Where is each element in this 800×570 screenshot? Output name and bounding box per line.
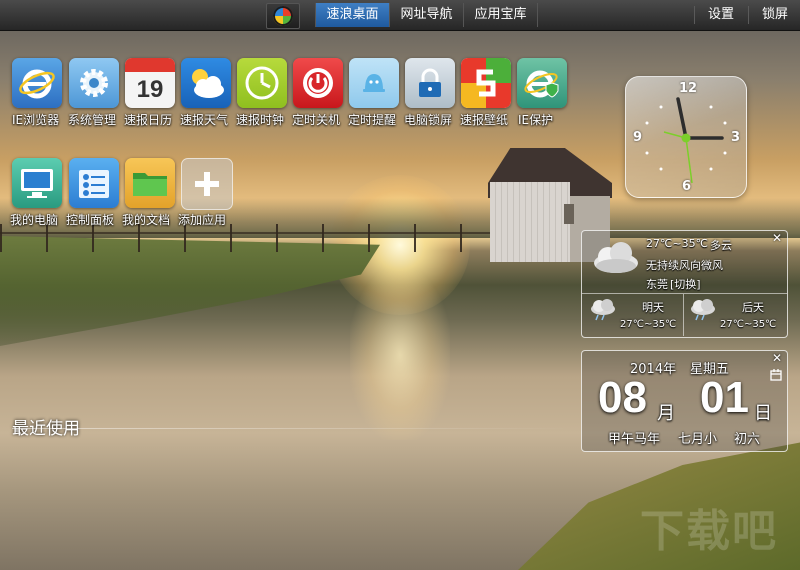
start-button[interactable] (266, 3, 300, 29)
clock-number-6: 6 (682, 179, 692, 194)
calendar-lunar-day: 初六 (734, 432, 761, 447)
app-label-add: 添加应用 (178, 213, 227, 227)
folder-icon (125, 158, 175, 208)
calendar-day-number: 01 (700, 373, 749, 422)
weather-today-temp: 27℃~35℃ (646, 237, 708, 250)
barn-door (564, 204, 574, 224)
wallpaper-icon (461, 58, 511, 108)
windows-logo-icon (273, 6, 293, 26)
calendar-lunar-month: 七月小 (678, 432, 718, 447)
power-icon (293, 58, 343, 108)
calendar-close-button[interactable]: ✕ (772, 351, 782, 365)
weather-tomorrow-temp: 27℃~35℃ (620, 319, 677, 330)
top-bar: 速浪桌面 网址导航 应用宝库 设置 锁屏 (0, 0, 800, 31)
app-control-panel[interactable] (69, 158, 119, 208)
recent-divider (12, 428, 572, 429)
rain-cloud-icon (591, 299, 615, 321)
tab-app-store[interactable]: 应用宝库 (463, 3, 538, 27)
app-my-documents[interactable] (125, 158, 175, 208)
app-ie-protect[interactable] (517, 58, 567, 108)
app-label-reminder: 定时提醒 (348, 113, 397, 127)
recent-used-title: 最近使用 (12, 419, 80, 439)
app-system-manager[interactable] (69, 58, 119, 108)
cloudy-icon (594, 242, 638, 273)
weather-switch-city-link[interactable]: [切换] (670, 276, 701, 292)
calendar-day-unit: 日 (754, 403, 772, 424)
app-my-computer[interactable] (12, 158, 62, 208)
app-reminder[interactable] (349, 58, 399, 108)
app-label-my-documents: 我的文档 (122, 213, 171, 227)
app-label-my-computer: 我的电脑 (10, 213, 59, 227)
settings-button[interactable]: 设置 (698, 3, 744, 27)
sun-reflection (350, 270, 450, 440)
control-panel-icon (69, 158, 119, 208)
app-label-control-panel: 控制面板 (66, 213, 115, 227)
clock-widget[interactable]: 12 3 6 9 (625, 76, 747, 198)
lock-icon (405, 58, 455, 108)
separator (694, 6, 695, 24)
app-label-ie-protect: IE保护 (518, 113, 554, 127)
left-river-bank (0, 236, 380, 346)
clock-icon (237, 58, 287, 108)
weather-day-after-temp: 27℃~35℃ (720, 319, 777, 330)
weather-icon (181, 58, 231, 108)
computer-icon (12, 158, 62, 208)
app-lock-screen[interactable] (405, 58, 455, 108)
app-label-calendar: 速报日历 (124, 113, 173, 127)
app-wallpaper[interactable] (461, 58, 511, 108)
calendar-month-unit: 月 (657, 403, 675, 424)
tab-desktop[interactable]: 速浪桌面 (315, 3, 389, 27)
calendar-lunar-year: 甲午马年 (608, 432, 661, 447)
app-weather[interactable] (181, 58, 231, 108)
calendar-small-icon[interactable] (770, 369, 782, 381)
calendar-widget: ✕ 2014年 星期五 08 月 01 日 甲午马年 七月小 初六 (581, 350, 788, 452)
bell-icon (349, 58, 399, 108)
app-label-timed-shutdown: 定时关机 (292, 113, 341, 127)
app-calendar[interactable]: 19 (125, 58, 175, 108)
app-label-clock: 速报时钟 (236, 113, 285, 127)
app-label-ie-browser: IE浏览器 (12, 113, 60, 127)
app-add[interactable] (181, 158, 233, 210)
weather-vertical-divider (683, 294, 684, 336)
weather-today-condition: 多云 (710, 239, 732, 252)
app-label-wallpaper: 速报壁纸 (460, 113, 509, 127)
app-label-lock-screen: 电脑锁屏 (404, 113, 453, 127)
weather-tomorrow-label: 明天 (642, 301, 664, 314)
weather-city: 东莞 (646, 278, 668, 291)
weather-wind: 无持续风向微风 (646, 259, 723, 272)
add-icon (182, 159, 232, 209)
weather-close-button[interactable]: ✕ (772, 231, 782, 245)
clock-number-9: 9 (633, 130, 643, 145)
weather-widget: ✕ 27℃~35℃ 多云 无持续风向微风 东莞 [切换] 明天 27℃~35℃ … (581, 230, 788, 338)
calendar-icon: 19 (136, 76, 164, 103)
weather-day-after-label: 后天 (742, 301, 764, 314)
app-label-system-manager: 系统管理 (68, 113, 117, 127)
clock-number-3: 3 (731, 130, 741, 145)
ie-browser-icon (12, 58, 62, 108)
gear-icon (69, 58, 119, 108)
lock-screen-button[interactable]: 锁屏 (752, 3, 798, 27)
app-ie-browser[interactable] (12, 58, 62, 108)
app-label-weather: 速报天气 (180, 113, 229, 127)
separator (748, 6, 749, 24)
barn-wall (490, 182, 570, 262)
rain-cloud-icon (691, 299, 715, 321)
clock-number-12: 12 (679, 81, 698, 96)
weather-divider (582, 293, 787, 294)
app-clock[interactable] (237, 58, 287, 108)
tab-web-navigation[interactable]: 网址导航 (389, 3, 463, 27)
ie-shield-icon (517, 58, 567, 108)
fence (0, 224, 490, 252)
calendar-month-number: 08 (598, 373, 647, 422)
watermark: 下载吧 (640, 506, 778, 557)
app-timed-shutdown[interactable] (293, 58, 343, 108)
